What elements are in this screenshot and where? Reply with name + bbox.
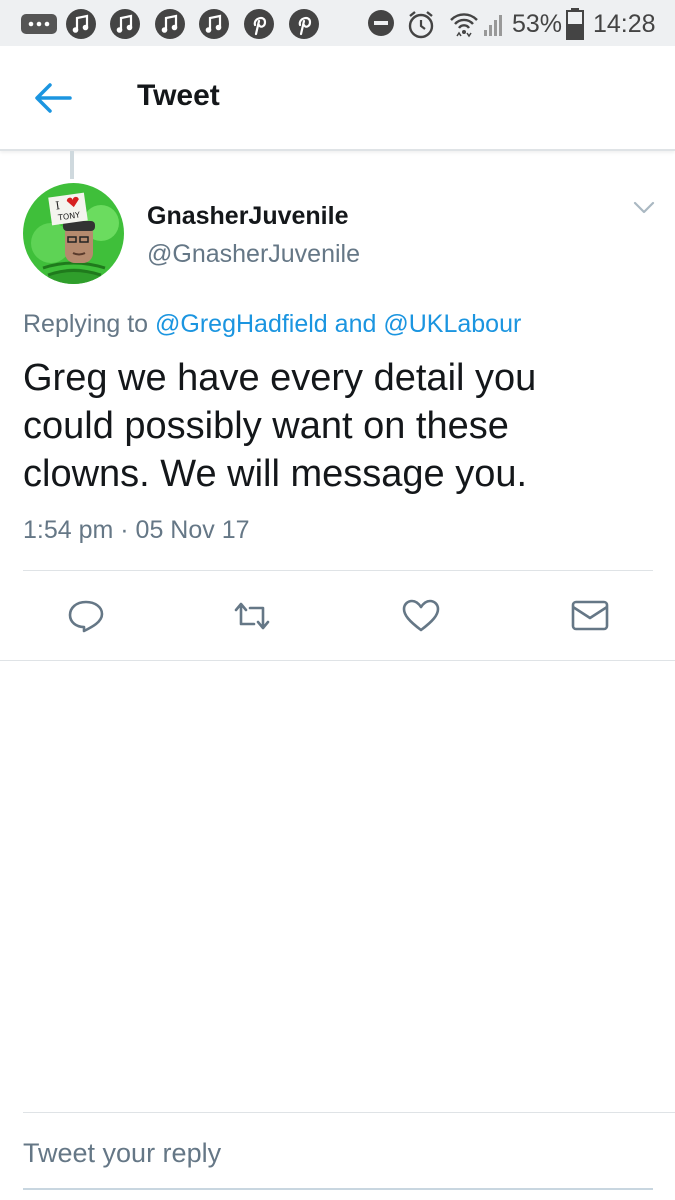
author-display-name[interactable]: GnasherJuvenile (147, 202, 348, 231)
do-not-disturb-icon (368, 10, 394, 36)
divider (23, 1112, 675, 1113)
status-bar: 53% 14:28 (0, 0, 675, 46)
tweet-timestamp: 1:54 pm · 05 Nov 17 (23, 516, 250, 544)
music-note-icon (199, 9, 229, 39)
reply-icon[interactable] (66, 598, 106, 634)
avatar[interactable]: I TONY (23, 183, 124, 284)
battery-icon (566, 8, 584, 40)
direct-message-icon[interactable] (570, 598, 610, 634)
music-note-icon (66, 9, 96, 39)
pinterest-icon (244, 9, 274, 39)
retweet-icon[interactable] (232, 598, 272, 634)
thread-connector (70, 151, 74, 179)
avatar-image: I TONY (23, 183, 124, 284)
pinterest-icon (289, 9, 319, 39)
music-note-icon (155, 9, 185, 39)
reply-input-underline (23, 1188, 653, 1190)
page-title: Tweet (137, 79, 220, 112)
divider (0, 660, 675, 661)
tweet-text: Greg we have every detail you could poss… (23, 357, 537, 495)
app-header: Tweet (0, 46, 675, 151)
clock: 14:28 (593, 10, 656, 38)
divider (23, 570, 653, 571)
music-note-icon (110, 9, 140, 39)
like-icon[interactable] (401, 598, 441, 634)
replying-prefix: Replying to (23, 310, 149, 338)
battery-percent: 53% (512, 10, 563, 38)
mention-link[interactable]: @UKLabour (383, 310, 521, 338)
wifi-icon (450, 13, 478, 38)
reply-input[interactable]: Tweet your reply (23, 1138, 653, 1184)
signal-icon (484, 15, 502, 36)
replying-to: Replying to @GregHadfield and @UKLabour (23, 310, 521, 339)
alarm-icon (408, 11, 434, 39)
mention-link[interactable]: @GregHadfield (155, 310, 328, 338)
mention-connector: and (334, 310, 377, 338)
chevron-down-icon[interactable] (632, 200, 656, 216)
author-handle[interactable]: @GnasherJuvenile (147, 240, 360, 269)
arrow-left-icon[interactable] (30, 80, 76, 116)
more-icon (21, 14, 57, 34)
